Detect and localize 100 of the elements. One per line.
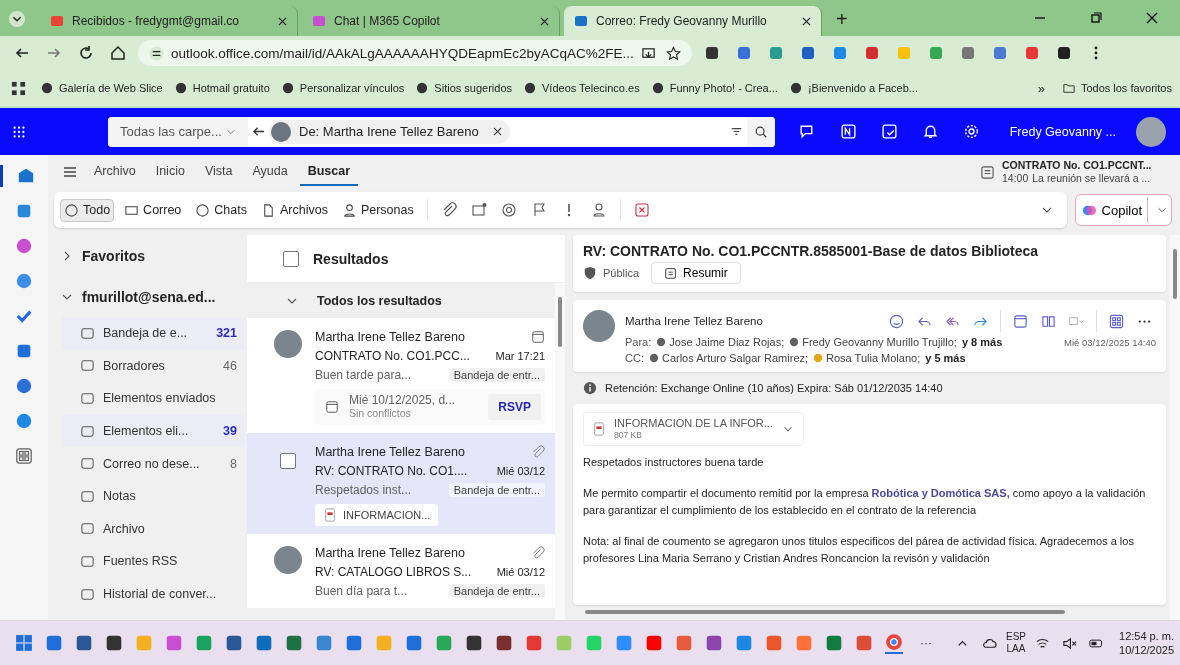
folder-name[interactable]: Bandeja de e...	[103, 326, 209, 341]
search-box[interactable]: Todas las carpe... De: Martha Irene Tellez Bareno	[108, 116, 775, 147]
folder-name[interactable]: Fuentes RSS	[103, 554, 237, 569]
user-name[interactable]: Fredy Geovanny ...	[1009, 124, 1116, 139]
filter-button[interactable]: Correo	[120, 198, 186, 222]
bookmark-link[interactable]: Galería de Web Slice	[41, 82, 163, 94]
emoji-icon[interactable]	[889, 313, 904, 329]
ribbon-tab[interactable]: Vista	[196, 158, 241, 186]
scope-dropdown[interactable]: Todas las carpe...	[108, 116, 248, 147]
folder-name[interactable]: Correo no dese...	[103, 456, 223, 471]
input-language[interactable]: ESP LAA	[1006, 631, 1026, 655]
bookmark-link[interactable]: Hotmail gratuito	[174, 82, 270, 94]
more-bookmarks-button[interactable]: »	[1031, 79, 1051, 97]
bookmark-link[interactable]: Vídeos Telecinco.es	[524, 82, 640, 94]
address-bar[interactable]: outlook.office.com/mail/id/AAkALgAAAAAAHYQDEapmEc2byACqAC%2FE...	[138, 40, 692, 66]
message-checkbox[interactable]	[280, 453, 296, 469]
ribbon-tab[interactable]: Ayuda	[244, 158, 296, 186]
message-item[interactable]: Martha Irene Tellez Bareno CONTRATO No. CO1.PCC... Mar 17:21 Buen tarde para... Bandeja de entr... Mié 10/12/2025, d... Sin conflictos RSVP	[247, 318, 555, 433]
star-icon[interactable]	[665, 45, 681, 61]
taskbar-app-icon[interactable]	[285, 634, 303, 652]
recipient[interactable]: Jose Jaime Diaz Rojas;	[656, 336, 785, 348]
filter-button[interactable]: Chats	[191, 198, 251, 222]
folder-name[interactable]: Archivo	[103, 521, 237, 536]
app-launcher-icon[interactable]	[12, 124, 26, 139]
more-recipients-link[interactable]: y 5 más	[925, 352, 966, 364]
account-header[interactable]: fmurillot@sena.ed...	[62, 276, 245, 317]
apps-grid-icon[interactable]	[11, 80, 26, 96]
taskbar-app-icon[interactable]	[705, 634, 723, 652]
bookmark-link[interactable]: Sitios sugeridos	[416, 82, 512, 94]
search-filter-chip[interactable]: De: Martha Irene Tellez Bareno	[269, 119, 510, 144]
chrome-icon[interactable]	[885, 632, 903, 654]
taskbar-app-icon[interactable]	[75, 634, 93, 652]
scrollbar[interactable]	[555, 283, 565, 620]
scrollbar[interactable]	[1170, 235, 1180, 620]
close-icon[interactable]	[802, 16, 811, 26]
more-recipients-link[interactable]: y 8 más	[961, 336, 1003, 348]
recipient[interactable]: Carlos Arturo Salgar Ramirez;	[648, 352, 809, 364]
onenote-icon[interactable]	[839, 123, 857, 140]
clock[interactable]: 12:54 p. m. 10/12/2025	[1119, 629, 1175, 657]
folder-name[interactable]: Elementos eli...	[103, 424, 216, 439]
clear-filter-icon[interactable]	[633, 202, 650, 218]
bookmark-link[interactable]: Funny Photo! - Crea...	[651, 82, 778, 94]
home-icon[interactable]	[110, 45, 126, 61]
unread-mail-icon[interactable]	[470, 202, 487, 218]
all-bookmarks-link[interactable]: Todos los favoritos	[1062, 82, 1172, 94]
at-sign-icon[interactable]	[500, 202, 517, 218]
tab-search-icon[interactable]	[8, 10, 26, 28]
bell-icon[interactable]	[921, 123, 939, 140]
filter-button[interactable]: Todo	[60, 198, 115, 222]
sender-name[interactable]: Martha Irene Tellez Bareno	[625, 315, 763, 327]
recipient[interactable]: Fredy Geovanny Murillo Trujillo;	[789, 336, 957, 348]
favorites-header[interactable]: Favoritos	[62, 235, 245, 276]
filter-button[interactable]: Archivos	[257, 198, 332, 222]
site-settings-icon[interactable]	[149, 45, 164, 61]
bookmark-link[interactable]: Personalizar vínculos	[281, 82, 405, 94]
copilot-button[interactable]: Copilot	[1074, 194, 1172, 226]
extension-icon[interactable]	[703, 45, 720, 61]
restore-icon[interactable]	[1090, 12, 1102, 24]
ribbon-tab[interactable]: Inicio	[147, 158, 193, 186]
taskbar-app-icon[interactable]	[465, 634, 483, 652]
ribbon-tab[interactable]: Archivo	[86, 158, 144, 186]
bookmark-link[interactable]: ¡Bienvenido a Faceb...	[789, 82, 918, 94]
folder-name[interactable]: Notas	[103, 489, 237, 504]
extension-icon[interactable]	[1055, 45, 1072, 61]
select-all-checkbox[interactable]	[283, 250, 299, 267]
summarize-button[interactable]: Resumir	[651, 262, 741, 284]
immersive-reader-icon[interactable]	[1041, 313, 1056, 329]
ribbon-tab[interactable]: Buscar	[299, 158, 359, 186]
close-icon[interactable]	[492, 127, 502, 136]
avatar-circle[interactable]	[1136, 116, 1166, 147]
message-item[interactable]: Martha Irene Tellez Bareno RV: CONTRATO No. CO1.... Mié 03/12 Respetados inst... Bandeja de entr... INFORMACION...	[247, 433, 555, 534]
task-check-icon[interactable]	[880, 123, 898, 140]
close-icon[interactable]	[1146, 12, 1158, 24]
taskbar-app-icon[interactable]	[225, 634, 243, 652]
windows-start-icon[interactable]	[15, 634, 33, 652]
install-app-icon[interactable]	[640, 45, 656, 61]
close-icon[interactable]	[278, 16, 287, 26]
recipient[interactable]: Rosa Tulia Molano;	[813, 352, 921, 364]
message-item[interactable]: Martha Irene Tellez Bareno RV: CATALOGO LIBROS S... Mié 03/12 Buen día para t... Bandeja de entr...	[247, 534, 555, 608]
folder-name[interactable]: Borradores	[103, 358, 216, 373]
settings-icon[interactable]	[962, 123, 980, 140]
menu-icon[interactable]	[62, 164, 78, 180]
search-icon[interactable]	[746, 116, 775, 147]
new-tab-button[interactable]: +	[830, 7, 854, 32]
taskbar-app-icon[interactable]	[495, 634, 513, 652]
person-icon[interactable]	[590, 202, 607, 218]
taskbar-app-icon[interactable]	[255, 634, 273, 652]
browser-tab[interactable]: Correo: Fredy Geovanny Murillo	[564, 6, 822, 36]
reminder-title[interactable]: CONTRATO No. CO1.PCCNT...	[1002, 159, 1172, 172]
folder-name[interactable]: Historial de conver...	[103, 587, 237, 602]
taskbar-overflow[interactable]: ···	[920, 636, 932, 650]
reload-icon[interactable]	[78, 45, 94, 61]
attachment-card[interactable]: INFORMACION DE LA INFOR... 807 KB	[583, 412, 804, 446]
rsvp-button[interactable]: RSVP	[488, 394, 541, 420]
attachment-chip[interactable]: INFORMACION...	[315, 504, 439, 526]
taskbar-app-icon[interactable]	[105, 634, 123, 652]
speaker-muted-icon[interactable]	[1062, 635, 1077, 651]
folder-name[interactable]: Elementos enviados	[103, 391, 237, 406]
close-icon[interactable]	[540, 16, 549, 26]
apps-icon[interactable]	[15, 447, 33, 465]
